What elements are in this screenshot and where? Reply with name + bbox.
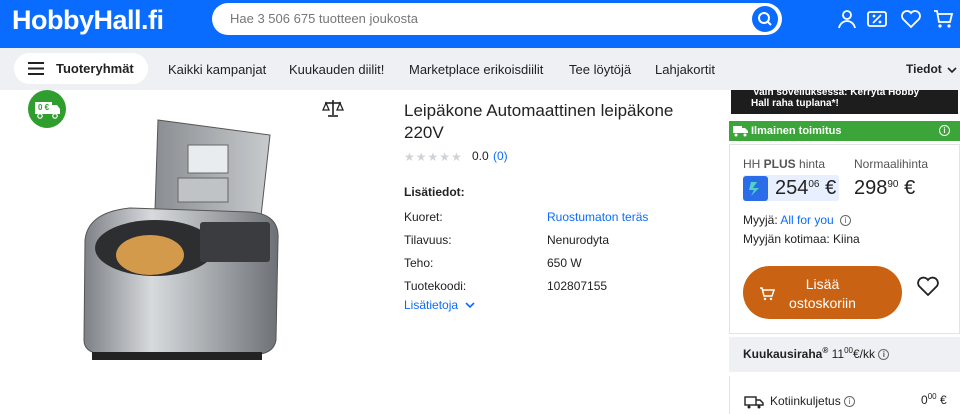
delivery-label: Kotiinkuljetus i [770,394,856,408]
categories-button[interactable]: Tuoteryhmät [14,53,148,84]
promo-line: Hall raha tuplana*! [751,98,839,109]
info-icon[interactable]: i [844,396,856,408]
cart-icon[interactable] [932,8,954,30]
product-title: Leipäkone Automaattinen leipäkone 220V [404,101,674,142]
spec-key: Kuoret: [404,210,443,224]
nav-item-campaigns[interactable]: Kaikki kampanjat [168,62,266,77]
monthly-reg: ® [822,346,829,355]
normal-price-dec: 90 [887,179,899,190]
more-info-label: Lisätietoja [404,298,459,312]
delivery-label-text: Kotiinkuljetus [770,394,841,408]
chevron-down-icon [947,67,957,73]
delivery-option: Kotiinkuljetus i 000 € [729,376,960,414]
campaign-icon[interactable] [866,8,888,30]
shipping-text: Ilmainen toimitus [751,125,842,137]
monthly-label: Kuukausiraha [743,347,823,361]
hh-price-int: 254 [775,177,809,199]
top-bar: HobbyHall.fi Hae 3 506 675 tuotteen jouk… [0,0,960,48]
chevron-down-icon [465,302,475,309]
spec-value: Nenurodyta [547,233,610,247]
add-to-cart-button[interactable]: Lisää ostoskoriin [743,266,902,319]
heart-icon[interactable] [916,275,940,297]
delivery-dec: 00 [927,392,937,401]
app-promo-banner: Vain sovelluksessa: Kerryta Hobby Hall r… [731,90,958,114]
delivery-currency: € [939,393,947,407]
nav-item-monthly-deals[interactable]: Kuukauden diilit! [289,62,384,77]
nav-item-gift-cards[interactable]: Lahjakortit [655,62,715,77]
normal-price-label: Normaalihinta [854,157,929,171]
rating-stars: ★★★★★ [404,150,463,164]
hh-plus-logo-icon [743,176,768,201]
categories-label: Tuoteryhmät [56,61,134,76]
search-placeholder[interactable]: Hae 3 506 675 tuotteen joukosta [230,11,418,26]
truck-icon [744,396,764,409]
info-icon[interactable]: i [840,215,852,227]
spec-key: Tuotekoodi: [404,279,467,293]
seller-label: Myyjä: [743,213,778,227]
truck-icon [733,126,748,137]
rating-value: 0.0 [472,149,489,163]
hh-label-suffix: hinta [795,157,826,171]
hh-plus-price: 25406 € [775,177,836,200]
seller-link[interactable]: All for you [780,213,833,227]
normal-price-currency: € [904,177,916,199]
nav-item-finds[interactable]: Tee löytöjä [569,62,631,77]
info-menu[interactable]: Tiedot [906,62,957,76]
spec-key: Teho: [404,256,434,270]
wishlist-icon[interactable] [900,8,922,30]
compare-icon[interactable] [322,98,344,118]
hh-price-currency: € [825,177,837,199]
account-icon[interactable] [836,8,858,30]
spec-value: 102807155 [547,279,608,293]
spec-key: Tilavuus: [404,233,452,247]
hh-label-prefix: HH [743,157,764,171]
monthly-int: 11 [831,347,845,361]
delivery-int: 0 [921,393,928,407]
rating-count-link[interactable]: (0) [493,149,508,163]
badge-text: 0 € [38,103,50,112]
search-icon [758,12,772,26]
monthly-dec: 00 [844,346,853,355]
free-delivery-badge: 0 € [28,90,66,128]
site-logo[interactable]: HobbyHall.fi [12,5,164,36]
monthly-unit: €/kk [852,347,875,361]
normal-price: 29890 € [854,177,915,200]
menu-icon [28,62,44,75]
cart-label-line1: Lisää [805,276,840,292]
spec-value-link[interactable]: Ruostumaton teräs [547,210,648,224]
info-menu-label: Tiedot [906,62,942,76]
delivery-price: 000 € [921,392,947,407]
cart-label-line2: ostoskoriin [789,295,856,311]
search-box[interactable]: Hae 3 506 675 tuotteen joukosta [212,3,782,35]
more-info-link[interactable]: Lisätietoja [404,298,475,312]
spec-value: 650 W [547,256,582,270]
free-shipping-bar: Ilmainen toimitus i [729,121,960,141]
hh-price-dec: 06 [808,179,820,190]
monthly-payment: Kuukausiraha® 1100€/kk i [743,346,890,361]
product-image[interactable] [70,100,360,400]
search-button[interactable] [752,6,778,32]
nav-item-marketplace[interactable]: Marketplace erikoisdiilit [409,62,543,77]
seller-line: Myyjä: All for you i [743,213,852,227]
info-icon[interactable]: i [939,125,950,136]
monthly-payment-bar: Kuukausiraha® 1100€/kk i [729,337,960,372]
normal-price-int: 298 [854,177,888,199]
hh-plus-label: HH PLUS hinta [743,157,825,171]
info-icon[interactable]: i [878,349,890,361]
seller-country: Myyjän kotimaa: Kiina [743,232,860,246]
hh-label-bold: PLUS [763,157,796,171]
info-heading: Lisätiedot: [404,185,465,199]
